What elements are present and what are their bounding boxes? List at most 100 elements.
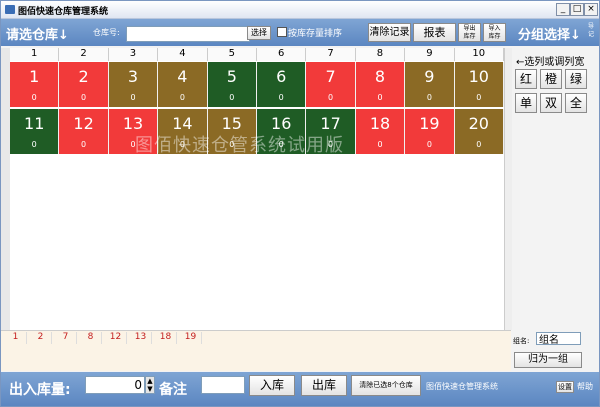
column-header[interactable]: 9 [405,48,455,61]
warehouse-cell[interactable]: 19 0 [405,109,455,154]
report-button[interactable]: 报表 [413,23,456,42]
selected-tabs: 1 2 7 8 12 13 18 19 [1,330,511,345]
row-gutter [1,48,10,330]
warehouse-count: 0 [476,140,482,149]
export-stock-button[interactable]: 导出 库存 [458,23,481,42]
trial-watermark: 图佰快速仓管系统试用版 [135,135,344,156]
warehouse-number: 1 [29,67,40,86]
warehouse-count: 0 [31,140,37,149]
warehouse-count: 0 [81,93,87,102]
column-header[interactable]: 7 [306,48,356,61]
column-header[interactable]: 6 [257,48,307,61]
warehouse-number: 18 [369,114,391,133]
warehouse-number: 9 [424,67,435,86]
filter-red-button[interactable]: 红 [515,69,537,89]
warehouse-cell[interactable]: 70 [306,62,356,107]
warehouse-cell[interactable]: 18 0 [355,109,406,154]
minimize-button[interactable]: _ [556,3,570,16]
right-panel: ←选列或调列宽 红 橙 绿 单 双 全 [512,48,599,330]
warehouse-no-input[interactable] [126,26,250,42]
select-warehouse-dropdown[interactable]: 请选仓库↓ [6,24,69,43]
warehouse-cell[interactable]: 60 [257,62,307,107]
warehouse-count: 0 [476,93,482,102]
filter-even-button[interactable]: 双 [540,93,562,113]
right-panel-hint: ←选列或调列宽 [516,57,585,68]
warehouse-count: 0 [81,140,87,149]
grid-scrollbar[interactable] [504,48,512,330]
warehouse-count: 0 [31,93,37,102]
warehouse-number: 4 [177,67,188,86]
column-header[interactable]: 2 [59,48,109,61]
column-header[interactable]: 4 [158,48,208,61]
bottom-toolbar: 出入库量: ▲▼ 备注 入库 出库 清除已选8个仓库 图佰快速仓管理系统 设置 … [1,372,599,406]
warehouse-cell[interactable]: 10 0 [454,62,504,107]
close-button[interactable]: × [584,3,598,16]
warehouse-cell[interactable]: 10 [10,62,60,107]
warehouse-cell[interactable]: 20 [59,62,109,107]
settings-button[interactable]: 设置 [556,381,574,393]
warehouse-count: 0 [426,140,432,149]
warehouse-cell[interactable]: 20 0 [454,109,504,154]
remark-input[interactable] [201,376,245,394]
filter-orange-button[interactable]: 橙 [540,69,562,89]
sort-label: 按库存量排序 [288,29,343,39]
qty-label: 出入库量: [9,382,71,398]
warehouse-number: 2 [78,67,89,86]
warehouse-count: 0 [278,93,284,102]
warehouse-grid: 1 0 2 0 3 0 4 0 5 0 6 0 7 0 8 0 9 0 10 0 11 0 12 0 13 0 14 0 15 0 16 0 1… [10,48,504,330]
app-icon [5,5,15,14]
warehouse-number: 10 [468,67,489,86]
extra-label: 导 记 [588,23,595,38]
warehouse-count: 0 [377,140,383,149]
qty-stepper[interactable]: ▲ ▼ [145,376,155,394]
column-header[interactable]: 3 [108,48,159,61]
warehouse-number: 6 [276,67,287,86]
filter-green-button[interactable]: 绿 [565,69,587,89]
stock-out-button[interactable]: 出库 [301,375,347,396]
import-stock-button[interactable]: 导入 库存 [483,23,506,42]
warehouse-no-label: 仓库号: [93,28,120,37]
warehouse-count: 0 [377,93,383,102]
warehouse-cell[interactable]: 80 [355,62,406,107]
warehouse-cell[interactable]: 40 [158,62,208,107]
group-name-input[interactable] [536,332,581,345]
column-header[interactable]: 1 [10,48,60,61]
qty-input[interactable] [85,376,145,394]
app-window: 图佰快速仓库管理系统 _ □ × 请选仓库↓ 仓库号: 选择 按库存量排序 清除… [0,0,600,407]
clear-selected-button[interactable]: 清除已选8个仓库 [351,375,421,396]
help-link[interactable]: 帮助 [577,381,593,392]
maximize-button[interactable]: □ [570,3,584,16]
warehouse-number: 7 [325,67,336,86]
warehouse-cell[interactable]: 90 [405,62,455,107]
title-bar: 图佰快速仓库管理系统 _ □ × [1,1,599,19]
group-name-panel: 组名: 归为一组 [512,330,599,371]
filter-all-button[interactable]: 全 [565,93,587,113]
sort-checkbox[interactable] [277,27,287,37]
warehouse-count: 0 [179,93,185,102]
top-toolbar: 请选仓库↓ 仓库号: 选择 按库存量排序 清除记录 报表 导出 库存 导入 库存… [1,19,599,46]
warehouse-cell[interactable]: 50 [207,62,257,107]
warehouse-cell[interactable]: 30 [108,62,159,107]
clear-records-button[interactable]: 清除记录 [368,23,411,42]
warehouse-cell[interactable]: 11 0 [10,109,60,154]
warehouse-cell[interactable]: 12 0 [59,109,109,154]
group-button[interactable]: 归为一组 [514,352,582,368]
warehouse-number: 12 [73,114,94,133]
stock-in-button[interactable]: 入库 [249,375,295,396]
warehouse-count: 0 [130,93,136,102]
warehouse-number: 8 [374,67,386,86]
column-header[interactable]: 8 [355,48,406,61]
warehouse-number: 11 [24,114,45,133]
warehouse-number: 5 [226,67,237,86]
remark-label: 备注 [159,382,187,398]
column-header[interactable]: 5 [207,48,257,61]
blank-area [1,344,511,371]
column-header[interactable]: 10 [454,48,504,61]
filter-odd-button[interactable]: 单 [515,93,537,113]
warehouse-number: 3 [127,67,139,86]
group-name-label: 组名: [513,337,530,345]
warehouse-count: 0 [426,93,432,102]
warehouse-number: 19 [419,114,440,133]
group-select-dropdown[interactable]: 分组选择↓ [518,24,581,43]
select-button[interactable]: 选择 [247,26,271,40]
